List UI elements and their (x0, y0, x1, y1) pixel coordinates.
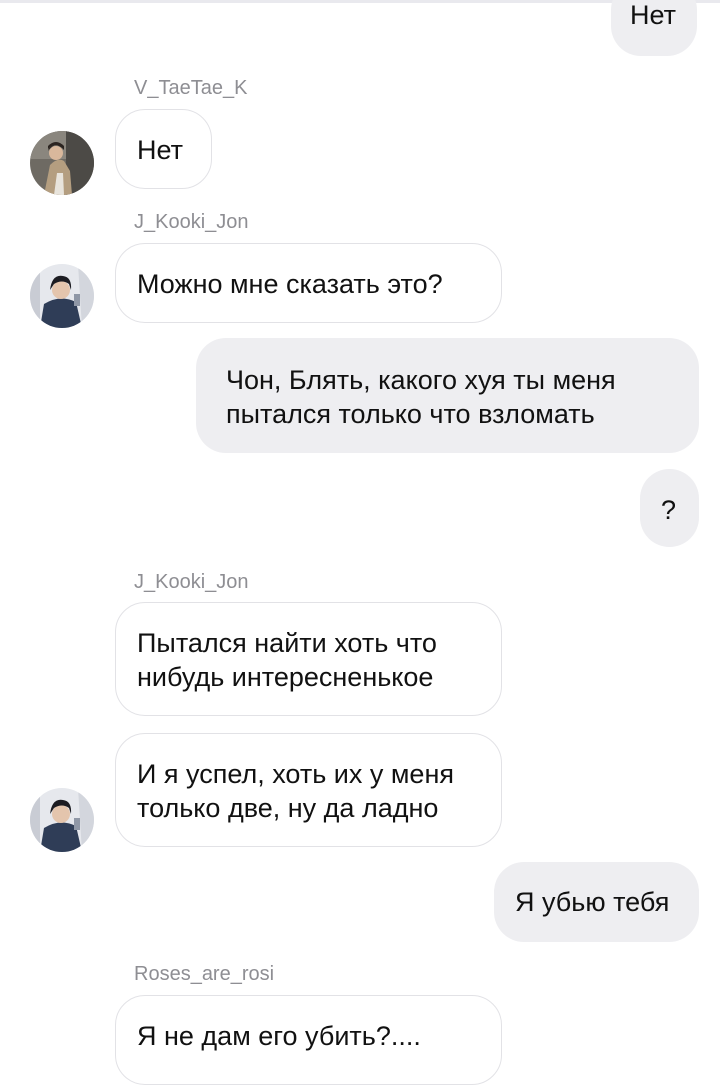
incoming-message-bubble[interactable]: Пытался найти хоть что нибудь интереснен… (115, 602, 502, 716)
sender-username: Roses_are_rosi (134, 963, 275, 985)
sender-username: J_Kooki_Jon (134, 571, 249, 593)
message-text: Нет (630, 0, 676, 30)
outgoing-message-bubble[interactable]: ? (640, 469, 699, 547)
message-text: Можно мне сказать это? (137, 269, 443, 299)
message-text: Пытался найти хоть что нибудь интереснен… (137, 628, 437, 692)
message-text: Я не дам его убить?.... (137, 1021, 421, 1051)
sender-username: V_TaeTae_K (134, 77, 248, 99)
outgoing-message-bubble[interactable]: Нет (611, 0, 697, 56)
incoming-message-bubble[interactable]: И я успел, хоть их у меня только две, ну… (115, 733, 502, 847)
avatar[interactable] (30, 131, 94, 195)
message-text: Нет (137, 135, 183, 165)
avatar[interactable] (30, 788, 94, 852)
message-text: Я убью тебя (515, 887, 670, 917)
incoming-message-bubble[interactable]: Нет (115, 109, 212, 189)
incoming-message-bubble[interactable]: Можно мне сказать это? (115, 243, 502, 323)
outgoing-message-bubble[interactable]: Я убью тебя (494, 862, 699, 942)
incoming-message-bubble[interactable]: Я не дам его убить?.... (115, 995, 502, 1085)
outgoing-message-bubble[interactable]: Чон, Блять, какого хуя ты меня пытался т… (196, 338, 699, 453)
message-text: И я успел, хоть их у меня только две, ну… (137, 759, 454, 823)
message-text: Чон, Блять, какого хуя ты меня пытался т… (226, 365, 616, 429)
sender-username: J_Kooki_Jon (134, 211, 249, 233)
message-text: ? (661, 495, 677, 525)
avatar[interactable] (30, 264, 94, 328)
